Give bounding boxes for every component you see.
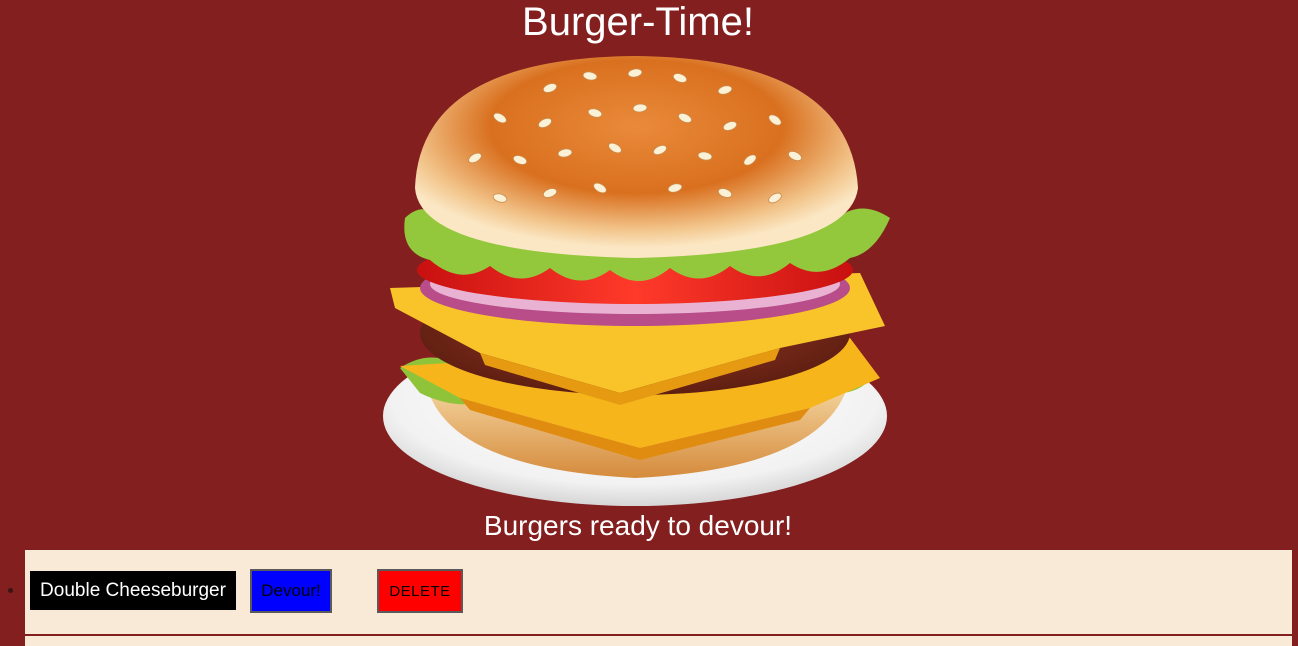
page-title: Burger-Time! <box>522 0 754 44</box>
burger-illustration <box>383 56 890 506</box>
delete-button[interactable]: DELETE <box>377 569 463 613</box>
section-heading: Burgers ready to devour! <box>483 510 793 541</box>
burger-name: Double Cheeseburger <box>30 571 236 610</box>
next-row-edge <box>25 636 1292 646</box>
list-bullet <box>8 588 13 593</box>
burger-row: Double Cheeseburger Devour! DELETE <box>25 550 1292 634</box>
devour-button[interactable]: Devour! <box>250 569 332 613</box>
